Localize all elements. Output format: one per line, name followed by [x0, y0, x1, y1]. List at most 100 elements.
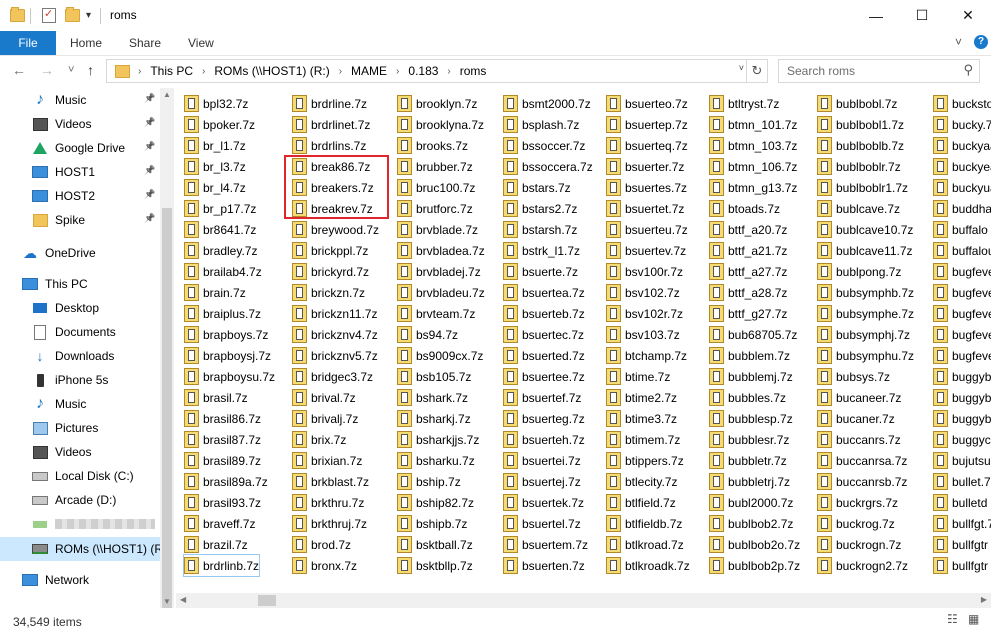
file-item[interactable]: bublpong.7z	[817, 261, 901, 282]
breadcrumb-this-pc[interactable]: This PC	[150, 64, 193, 78]
file-item[interactable]: bugfeve	[933, 345, 991, 366]
file-item[interactable]: brickznv4.7z	[292, 324, 378, 345]
file-item[interactable]: buckstop	[933, 93, 991, 114]
file-item[interactable]: bsktball.7z	[397, 534, 473, 555]
pin-icon[interactable]: 📌	[144, 189, 155, 200]
file-item[interactable]: bubsys.7z	[817, 366, 890, 387]
sidebar-item-2[interactable]: Google Drive	[0, 136, 160, 160]
file-item[interactable]: bublboblr1.7z	[817, 177, 908, 198]
chevron-right-icon[interactable]: ›	[339, 66, 342, 77]
file-list-horizontal-scrollbar[interactable]: ◀ ▶	[176, 593, 991, 608]
file-item[interactable]: buffalo	[933, 219, 988, 240]
file-item[interactable]: br_l3.7z	[184, 156, 246, 177]
sidebar-item-11[interactable]: iPhone 5s	[0, 368, 160, 392]
sidebar-item-19[interactable]: Network	[0, 568, 160, 592]
file-item[interactable]: bsharkjjs.7z	[397, 429, 479, 450]
file-item[interactable]: brickppl.7z	[292, 240, 368, 261]
file-item[interactable]: bttf_a21.7z	[709, 240, 787, 261]
sidebar-item-14[interactable]: Videos	[0, 440, 160, 464]
file-item[interactable]: brvbladej.7z	[397, 261, 481, 282]
sidebar-item-7[interactable]: This PC	[0, 272, 160, 296]
file-item[interactable]: btlfieldb.7z	[606, 513, 682, 534]
file-item[interactable]: btlecity.7z	[606, 471, 677, 492]
help-icon[interactable]: ?	[974, 35, 988, 49]
file-item[interactable]: btmn_103.7z	[709, 135, 797, 156]
file-item[interactable]: bubbles.7z	[709, 387, 786, 408]
minimize-button[interactable]: —	[853, 0, 899, 31]
file-item[interactable]: brutforc.7z	[397, 198, 473, 219]
sidebar-item-6[interactable]: ☁ OneDrive	[0, 241, 160, 265]
file-item[interactable]: bstarsh.7z	[503, 219, 577, 240]
file-item[interactable]: bugfeve	[933, 282, 991, 303]
file-item[interactable]: bucaneer.7z	[817, 387, 901, 408]
file-item[interactable]: bubsymphe.7z	[817, 303, 914, 324]
file-item[interactable]: bsuerteg.7z	[503, 408, 585, 429]
breadcrumb-roms-drive[interactable]: ROMs (\\HOST1) (R:)	[214, 64, 329, 78]
address-dropdown-icon[interactable]: ˅	[739, 63, 744, 73]
close-button[interactable]: ✕	[945, 0, 991, 31]
file-item[interactable]: buckrgrs.7z	[817, 492, 898, 513]
file-item[interactable]: bubsymphb.7z	[817, 282, 914, 303]
tab-share[interactable]: Share	[129, 36, 161, 50]
file-item[interactable]: bublbobl1.7z	[817, 114, 904, 135]
file-item[interactable]: brasil93.7z	[184, 492, 261, 513]
search-icon[interactable]: ⚲	[963, 62, 973, 78]
file-item[interactable]: bsuerteu.7z	[606, 219, 688, 240]
file-item[interactable]: braiplus.7z	[184, 303, 261, 324]
expand-ribbon-icon[interactable]: ˅	[955, 35, 962, 49]
file-item[interactable]: buccanrsa.7z	[817, 450, 907, 471]
file-item[interactable]: bsb105.7z	[397, 366, 471, 387]
file-item[interactable]: bsktbllp.7z	[397, 555, 473, 576]
up-button[interactable]: ↑	[87, 62, 94, 78]
sidebar-item-0[interactable]: ♪ Music	[0, 88, 160, 112]
file-item[interactable]: bshipb.7z	[397, 513, 467, 534]
file-item[interactable]: btoads.7z	[709, 198, 780, 219]
file-item[interactable]: brickzn.7z	[292, 282, 365, 303]
file-item[interactable]: bttf_a28.7z	[709, 282, 787, 303]
sidebar-item-12[interactable]: ♪ Music	[0, 392, 160, 416]
file-item[interactable]: buckrog.7z	[817, 513, 895, 534]
file-item[interactable]: bsuerteb.7z	[503, 303, 585, 324]
breadcrumb-mame[interactable]: MAME	[351, 64, 387, 78]
file-item[interactable]: bsv100r.7z	[606, 261, 683, 282]
file-item[interactable]: bub68705.7z	[709, 324, 797, 345]
file-item[interactable]: br_l4.7z	[184, 177, 246, 198]
sidebar-item-10[interactable]: ↓ Downloads	[0, 344, 160, 368]
file-item[interactable]: bronx.7z	[292, 555, 357, 576]
pin-icon[interactable]: 📌	[144, 141, 155, 152]
file-item[interactable]: bubblesp.7z	[709, 408, 793, 429]
file-item[interactable]: brubber.7z	[397, 156, 473, 177]
file-item[interactable]: bsuertef.7z	[503, 387, 581, 408]
file-item[interactable]: brooklyna.7z	[397, 114, 484, 135]
file-item[interactable]: brkblast.7z	[292, 471, 369, 492]
file-item[interactable]: brailab4.7z	[184, 261, 262, 282]
file-item[interactable]: brasil87.7z	[184, 429, 261, 450]
file-item[interactable]: bsuerter.7z	[606, 156, 684, 177]
file-item[interactable]: btime2.7z	[606, 387, 677, 408]
file-item[interactable]: bugfeve	[933, 324, 991, 345]
sidebar-item-13[interactable]: Pictures	[0, 416, 160, 440]
file-item[interactable]: bttf_a20.7z	[709, 219, 787, 240]
recent-locations-button[interactable]: ˅	[68, 64, 74, 76]
file-item[interactable]: buckrogn2.7z	[817, 555, 908, 576]
file-item[interactable]: bruc100.7z	[397, 177, 475, 198]
file-item[interactable]: bttf_a27.7z	[709, 261, 787, 282]
file-item[interactable]: bship82.7z	[397, 492, 474, 513]
file-item[interactable]: bucky.7z	[933, 114, 991, 135]
file-item[interactable]: bsuerteh.7z	[503, 429, 585, 450]
address-bar[interactable]: › This PC › ROMs (\\HOST1) (R:) › MAME ›…	[106, 59, 768, 83]
file-item[interactable]: brival.7z	[292, 387, 356, 408]
file-item[interactable]: brdrlinb.7z	[182, 554, 261, 577]
tab-view[interactable]: View	[188, 36, 214, 50]
file-item[interactable]: bublcave11.7z	[817, 240, 913, 261]
file-item[interactable]: brasil89a.7z	[184, 471, 268, 492]
file-item[interactable]: brapboysj.7z	[184, 345, 271, 366]
tab-file[interactable]: File	[0, 31, 56, 55]
file-item[interactable]: bsuertei.7z	[503, 450, 581, 471]
file-item[interactable]: brapboys.7z	[184, 324, 268, 345]
file-item[interactable]: buddha	[933, 198, 991, 219]
sidebar-item-3[interactable]: HOST1	[0, 160, 160, 184]
file-item[interactable]: bucaner.7z	[817, 408, 895, 429]
sidebar-item-5[interactable]: Spike	[0, 208, 160, 232]
file-item[interactable]: brixian.7z	[292, 450, 362, 471]
